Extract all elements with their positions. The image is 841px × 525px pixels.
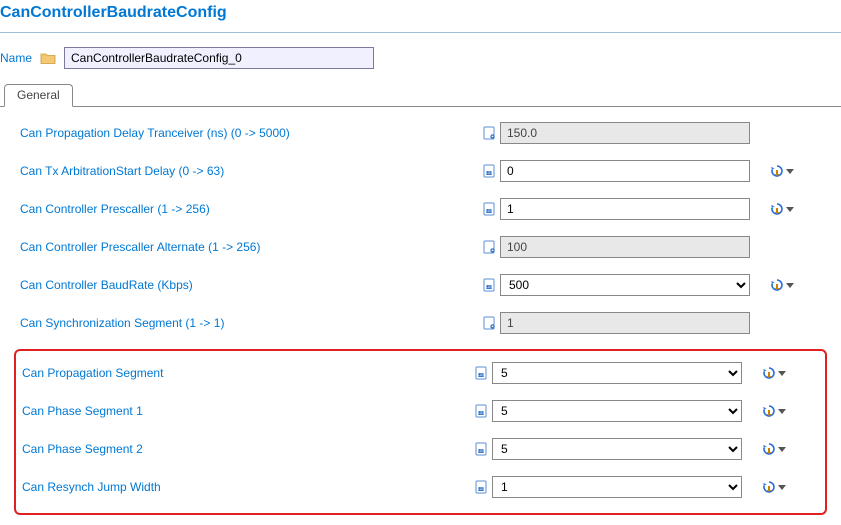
row-sync-seg: Can Synchronization Segment (1 -> 1) bbox=[20, 311, 831, 335]
row-tx-arb: Can Tx ArbitrationStart Delay (0 -> 63) bbox=[20, 159, 831, 183]
name-label: Name bbox=[0, 51, 32, 65]
row-prop-delay: Can Propagation Delay Tranceiver (ns) (0… bbox=[20, 121, 831, 145]
label-prescaler-alt: Can Controller Prescaller Alternate (1 -… bbox=[20, 240, 480, 254]
reset-resynch[interactable] bbox=[754, 480, 794, 494]
reset-phase2[interactable] bbox=[754, 442, 794, 456]
label-prop-seg: Can Propagation Segment bbox=[22, 366, 472, 380]
value-icon bbox=[480, 126, 500, 140]
chevron-down-icon bbox=[778, 409, 786, 414]
page-title: CanControllerBaudrateConfig bbox=[0, 0, 841, 33]
value-icon bbox=[472, 366, 492, 380]
value-icon bbox=[472, 442, 492, 456]
value-icon bbox=[472, 404, 492, 418]
select-phase1[interactable]: 5 bbox=[492, 400, 742, 422]
input-sync-seg bbox=[500, 312, 750, 334]
label-sync-seg: Can Synchronization Segment (1 -> 1) bbox=[20, 316, 480, 330]
row-resynch: Can Resynch Jump Width 1 bbox=[22, 475, 819, 499]
input-prescaler[interactable] bbox=[500, 198, 750, 220]
tab-general[interactable]: General bbox=[4, 84, 73, 107]
chevron-down-icon bbox=[778, 371, 786, 376]
chevron-down-icon bbox=[786, 169, 794, 174]
form-general: Can Propagation Delay Tranceiver (ns) (0… bbox=[0, 107, 841, 525]
label-resynch: Can Resynch Jump Width bbox=[22, 480, 472, 494]
chevron-down-icon bbox=[786, 283, 794, 288]
row-baud: Can Controller BaudRate (Kbps) 500 bbox=[20, 273, 831, 297]
select-prop-seg[interactable]: 5 bbox=[492, 362, 742, 384]
value-icon bbox=[480, 278, 500, 292]
input-prop-delay bbox=[500, 122, 750, 144]
folder-icon bbox=[40, 51, 56, 65]
select-baud[interactable]: 500 bbox=[500, 274, 750, 296]
input-prescaler-alt bbox=[500, 236, 750, 258]
value-icon bbox=[472, 480, 492, 494]
reset-baud[interactable] bbox=[762, 278, 802, 292]
value-icon bbox=[480, 316, 500, 330]
row-prescaler-alt: Can Controller Prescaller Alternate (1 -… bbox=[20, 235, 831, 259]
label-prop-delay: Can Propagation Delay Tranceiver (ns) (0… bbox=[20, 126, 480, 140]
label-prescaler: Can Controller Prescaller (1 -> 256) bbox=[20, 202, 480, 216]
chevron-down-icon bbox=[778, 485, 786, 490]
reset-phase1[interactable] bbox=[754, 404, 794, 418]
highlighted-group: Can Propagation Segment 5 Can Phase Segm… bbox=[14, 349, 827, 515]
label-baud: Can Controller BaudRate (Kbps) bbox=[20, 278, 480, 292]
label-phase2: Can Phase Segment 2 bbox=[22, 442, 472, 456]
select-resynch[interactable]: 1 bbox=[492, 476, 742, 498]
input-tx-arb[interactable] bbox=[500, 160, 750, 182]
name-input[interactable] bbox=[64, 47, 374, 69]
tab-bar: General bbox=[0, 83, 841, 107]
chevron-down-icon bbox=[786, 207, 794, 212]
label-phase1: Can Phase Segment 1 bbox=[22, 404, 472, 418]
select-phase2[interactable]: 5 bbox=[492, 438, 742, 460]
value-icon bbox=[480, 164, 500, 178]
row-prop-seg: Can Propagation Segment 5 bbox=[22, 361, 819, 385]
value-icon bbox=[480, 240, 500, 254]
value-icon bbox=[480, 202, 500, 216]
reset-prop-seg[interactable] bbox=[754, 366, 794, 380]
row-prescaler: Can Controller Prescaller (1 -> 256) bbox=[20, 197, 831, 221]
reset-tx-arb[interactable] bbox=[762, 164, 802, 178]
name-row: Name bbox=[0, 43, 841, 83]
row-phase1: Can Phase Segment 1 5 bbox=[22, 399, 819, 423]
chevron-down-icon bbox=[778, 447, 786, 452]
reset-prescaler[interactable] bbox=[762, 202, 802, 216]
label-tx-arb: Can Tx ArbitrationStart Delay (0 -> 63) bbox=[20, 164, 480, 178]
row-phase2: Can Phase Segment 2 5 bbox=[22, 437, 819, 461]
